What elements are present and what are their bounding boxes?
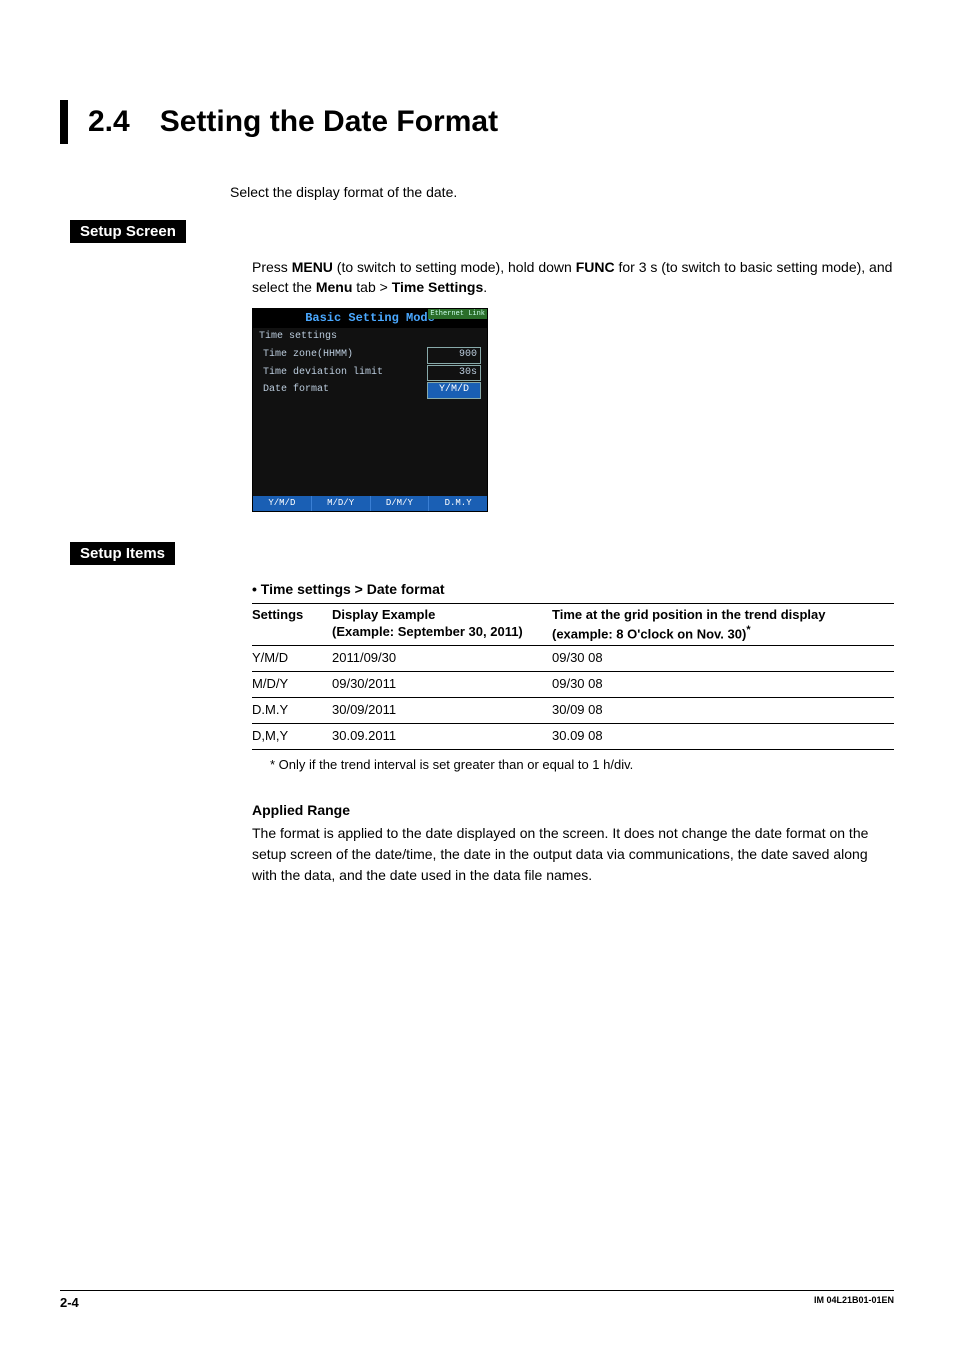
applied-range-body: The format is applied to the date displa… xyxy=(252,823,894,886)
table-row: D.M.Y 30/09/2011 30/09 08 xyxy=(252,697,894,723)
value-date-format: Y/M/D xyxy=(427,382,481,399)
applied-range-title: Applied Range xyxy=(252,800,894,820)
table-title: • Time settings > Date format xyxy=(252,579,894,599)
opt-ddmy: D.M.Y xyxy=(429,496,487,511)
th-trend-time: Time at the grid position in the trend d… xyxy=(552,604,894,646)
page-footer: 2-4 IM 04L21B01-01EN xyxy=(60,1290,894,1310)
table-row: D,M,Y 30.09.2011 30.09 08 xyxy=(252,723,894,749)
device-screenshot: Basic Setting Mode Ethernet Link Time se… xyxy=(252,308,488,512)
screenshot-footer-options: Y/M/D M/D/Y D/M/Y D.M.Y xyxy=(253,496,487,511)
table-footnote: * Only if the trend interval is set grea… xyxy=(270,756,894,775)
doc-id: IM 04L21B01-01EN xyxy=(814,1295,894,1310)
opt-mdy: M/D/Y xyxy=(312,496,371,511)
footnote-marker: * xyxy=(746,624,750,636)
ethernet-link-icon: Ethernet Link xyxy=(428,309,487,319)
row-time-zone: Time zone(HHMM) 900 xyxy=(263,347,481,364)
section-heading: 2.4 Setting the Date Format xyxy=(60,100,894,144)
heading-title: Setting the Date Format xyxy=(160,105,498,139)
table-row: Y/M/D 2011/09/30 09/30 08 xyxy=(252,646,894,672)
setup-screen-instructions: Press MENU (to switch to setting mode), … xyxy=(252,257,894,298)
setup-screen-section: Setup Screen Press MENU (to switch to se… xyxy=(60,216,894,512)
page-number: 2-4 xyxy=(60,1295,79,1310)
screenshot-title: Basic Setting Mode xyxy=(305,310,435,327)
date-format-table: Settings Display Example (Example: Septe… xyxy=(252,603,894,749)
heading-number: 2.4 xyxy=(88,105,130,139)
value-time-deviation: 30s xyxy=(427,365,481,382)
opt-dmy: D/M/Y xyxy=(371,496,430,511)
opt-ymd: Y/M/D xyxy=(253,496,312,511)
setup-items-section: Setup Items • Time settings > Date forma… xyxy=(60,538,894,886)
screenshot-subtitle: Time settings xyxy=(253,328,487,347)
row-time-deviation: Time deviation limit 30s xyxy=(263,365,481,382)
table-row: M/D/Y 09/30/2011 09/30 08 xyxy=(252,672,894,698)
setup-screen-label: Setup Screen xyxy=(70,220,186,243)
setup-items-label: Setup Items xyxy=(70,542,175,565)
intro-text: Select the display format of the date. xyxy=(230,184,894,200)
th-settings: Settings xyxy=(252,604,332,646)
heading-marker-bar xyxy=(60,100,68,144)
row-date-format: Date format Y/M/D xyxy=(263,382,481,399)
th-display-example: Display Example (Example: September 30, … xyxy=(332,604,552,646)
value-time-zone: 900 xyxy=(427,347,481,364)
